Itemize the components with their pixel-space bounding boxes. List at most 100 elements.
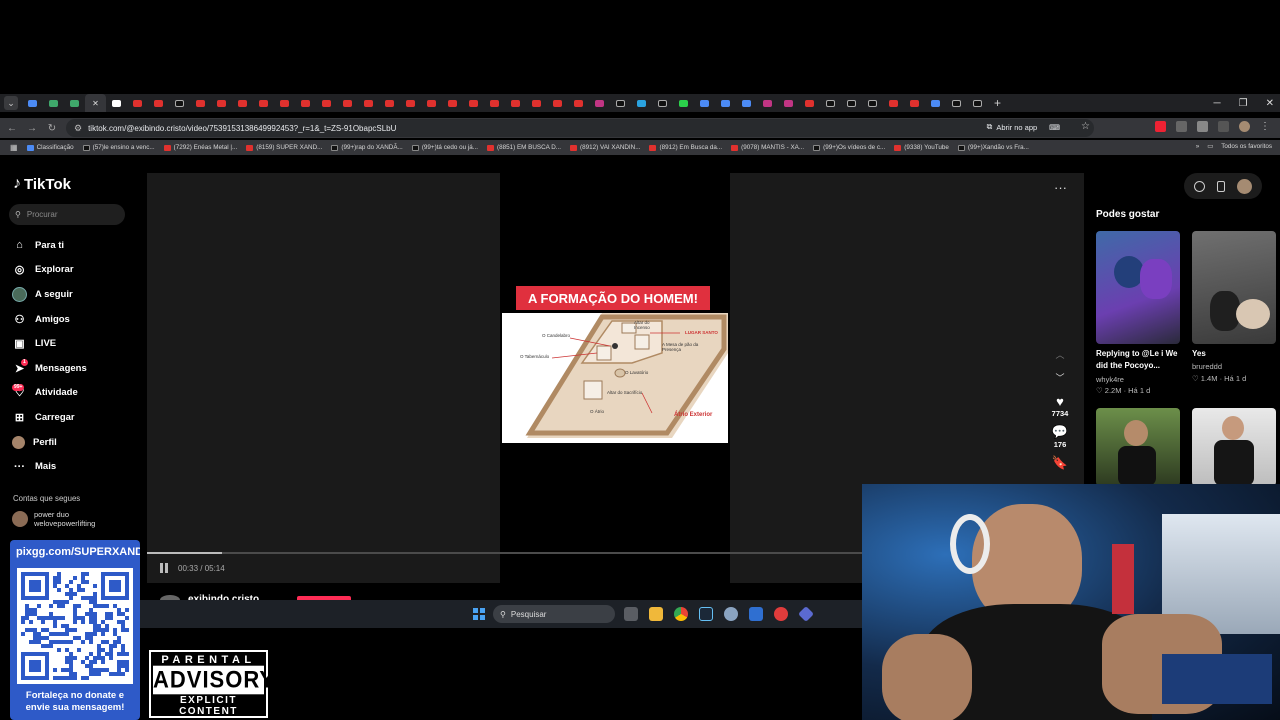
forward-arrow-icon[interactable]: → bbox=[24, 123, 40, 134]
browser-tab[interactable] bbox=[106, 94, 127, 112]
browser-tab[interactable] bbox=[22, 94, 43, 112]
following-account[interactable]: power duo welovepowerlifting bbox=[12, 510, 95, 528]
extension-icon[interactable] bbox=[1176, 121, 1187, 132]
sidebar-item-perfil[interactable]: Perfil bbox=[12, 430, 87, 455]
chrome-icon[interactable] bbox=[674, 607, 688, 621]
chevron-right-icon[interactable]: » bbox=[1196, 143, 1200, 150]
browser-tab[interactable] bbox=[547, 94, 568, 112]
browser-tab[interactable] bbox=[421, 94, 442, 112]
bookmark-item[interactable]: Classificação bbox=[26, 144, 74, 151]
browser-tab[interactable]: ✕ bbox=[85, 94, 106, 112]
browser-tab[interactable] bbox=[652, 94, 673, 112]
translate-icon[interactable]: ⌨ bbox=[1049, 123, 1060, 132]
taskbar-search[interactable]: ⚲ Pesquisar bbox=[493, 605, 615, 623]
browser-tab[interactable] bbox=[925, 94, 946, 112]
more-options-icon[interactable]: ··· bbox=[1054, 180, 1067, 195]
browser-tab[interactable] bbox=[673, 94, 694, 112]
browser-tab[interactable] bbox=[274, 94, 295, 112]
suggested-author[interactable]: whyk4re bbox=[1096, 375, 1124, 384]
browser-tab[interactable] bbox=[799, 94, 820, 112]
pause-icon[interactable] bbox=[160, 563, 168, 573]
browser-tab[interactable] bbox=[631, 94, 652, 112]
all-bookmarks-link[interactable]: Todos os favoritos bbox=[1221, 143, 1272, 150]
app-icon[interactable] bbox=[798, 606, 814, 622]
suggested-video-thumbnail[interactable] bbox=[1096, 408, 1180, 486]
sidebar-item-explorar[interactable]: ◎ Explorar bbox=[12, 258, 87, 283]
browser-tab[interactable] bbox=[715, 94, 736, 112]
suggested-caption[interactable]: Yes bbox=[1192, 348, 1206, 360]
minimize-icon[interactable]: ─ bbox=[1214, 98, 1221, 109]
site-info-icon[interactable]: ⚙ bbox=[74, 123, 82, 134]
browser-tab[interactable] bbox=[484, 94, 505, 112]
sidebar-icon[interactable] bbox=[1218, 121, 1229, 132]
bookmark-item[interactable]: (9078) MANTIS - XA... bbox=[731, 144, 804, 151]
browser-tab[interactable] bbox=[862, 94, 883, 112]
tiktok-logo[interactable]: ♪ TikTok bbox=[13, 175, 71, 193]
sidebar-item-amigos[interactable]: ⚇ Amigos bbox=[12, 307, 87, 332]
app-icon[interactable] bbox=[749, 607, 763, 621]
suggested-caption[interactable]: Replying to @Le i We did the Pocoyo... bbox=[1096, 348, 1182, 372]
bookmark-item[interactable]: (99+)rap do XANDÃ... bbox=[331, 144, 403, 151]
suggested-video-thumbnail[interactable] bbox=[1096, 231, 1180, 344]
sidebar-item-mais[interactable]: ··· Mais bbox=[12, 454, 87, 479]
browser-tab[interactable] bbox=[169, 94, 190, 112]
sidebar-item-carregar[interactable]: ⊞ Carregar bbox=[12, 405, 87, 430]
browser-tab[interactable] bbox=[526, 94, 547, 112]
browser-tab[interactable] bbox=[127, 94, 148, 112]
browser-tab[interactable] bbox=[841, 94, 862, 112]
browser-tab[interactable] bbox=[43, 94, 64, 112]
browser-tab[interactable] bbox=[505, 94, 526, 112]
bookmark-item[interactable]: (57)le ensino a venc... bbox=[82, 144, 155, 151]
address-bar[interactable]: ⚙ tiktok.com/@exibindo.cristo/video/7539… bbox=[66, 119, 1094, 137]
browser-tab[interactable] bbox=[967, 94, 988, 112]
chevron-down-icon[interactable]: ﹀ bbox=[1055, 371, 1064, 384]
sidebar-item-live[interactable]: ▣ LIVE bbox=[12, 331, 87, 356]
suggested-video-thumbnail[interactable] bbox=[1192, 408, 1276, 486]
browser-tab[interactable] bbox=[736, 94, 757, 112]
app-icon[interactable] bbox=[774, 607, 788, 621]
search-input[interactable]: ⚲ Procurar bbox=[9, 204, 125, 225]
apps-grid-icon[interactable]: ▦ bbox=[10, 143, 18, 152]
bookmark-item[interactable]: (99+)Os vídeos de c... bbox=[813, 144, 885, 151]
suggested-author[interactable]: brureddd bbox=[1192, 362, 1222, 371]
bookmark-star-icon[interactable]: ☆ bbox=[1081, 121, 1090, 132]
extensions-puzzle-icon[interactable] bbox=[1197, 121, 1208, 132]
compass-icon[interactable] bbox=[1194, 180, 1205, 192]
tab-search-chevron-icon[interactable]: ⌄ bbox=[4, 96, 18, 110]
bookmark-item[interactable]: (7292) Enéas Metal |... bbox=[163, 144, 237, 151]
reload-icon[interactable]: ↻ bbox=[44, 123, 60, 134]
avatar[interactable] bbox=[1237, 178, 1252, 194]
steam-icon[interactable] bbox=[699, 607, 713, 621]
browser-tab[interactable] bbox=[589, 94, 610, 112]
browser-tab[interactable] bbox=[295, 94, 316, 112]
browser-tab[interactable] bbox=[64, 94, 85, 112]
bookmark-item[interactable]: (8912) Em Busca da... bbox=[649, 144, 722, 151]
browser-tab[interactable] bbox=[778, 94, 799, 112]
browser-tab[interactable] bbox=[400, 94, 421, 112]
task-view-icon[interactable] bbox=[624, 607, 638, 621]
sidebar-item-para-ti[interactable]: ⌂ Para ti bbox=[12, 233, 87, 258]
heart-icon[interactable]: ♥ bbox=[1056, 394, 1064, 409]
browser-tab[interactable] bbox=[232, 94, 253, 112]
browser-tab[interactable] bbox=[148, 94, 169, 112]
back-arrow-icon[interactable]: ← bbox=[4, 123, 20, 134]
bookmark-item[interactable]: (99+)Xandão vs Fra... bbox=[957, 144, 1029, 151]
browser-tab[interactable] bbox=[463, 94, 484, 112]
bookmark-item[interactable]: (9338) YouTube bbox=[894, 144, 949, 151]
browser-tab[interactable] bbox=[568, 94, 589, 112]
browser-tab[interactable] bbox=[379, 94, 400, 112]
video-progress-bar[interactable] bbox=[147, 552, 863, 554]
browser-tab[interactable] bbox=[337, 94, 358, 112]
browser-tab[interactable] bbox=[253, 94, 274, 112]
menu-dots-icon[interactable]: ⋮ bbox=[1260, 121, 1270, 132]
comment-icon[interactable]: 💬 bbox=[1052, 424, 1068, 440]
browser-tab[interactable] bbox=[904, 94, 925, 112]
close-window-icon[interactable]: ✕ bbox=[1266, 98, 1274, 109]
settings-gear-icon[interactable] bbox=[724, 607, 738, 621]
browser-tab[interactable] bbox=[211, 94, 232, 112]
browser-tab[interactable] bbox=[442, 94, 463, 112]
browser-tab[interactable] bbox=[316, 94, 337, 112]
browser-tab[interactable] bbox=[883, 94, 904, 112]
maximize-icon[interactable]: ❐ bbox=[1239, 98, 1248, 109]
browser-tab[interactable] bbox=[190, 94, 211, 112]
